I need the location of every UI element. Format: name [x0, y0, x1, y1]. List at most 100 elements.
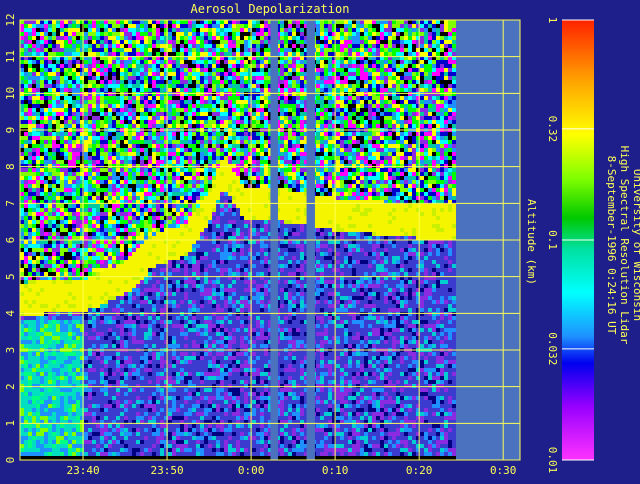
heatmap-cell: [188, 244, 192, 248]
heatmap-cell: [60, 36, 64, 40]
heatmap-cell: [160, 452, 164, 456]
heatmap-cell: [128, 132, 132, 136]
heatmap-cell: [96, 184, 100, 188]
heatmap-cell: [124, 304, 128, 308]
heatmap-cell: [168, 132, 172, 136]
heatmap-cell: [116, 36, 120, 40]
heatmap-cell: [44, 252, 48, 256]
heatmap-cell: [52, 76, 56, 80]
heatmap-cell: [188, 40, 192, 44]
heatmap-cell: [72, 76, 76, 80]
heatmap-cell: [140, 392, 144, 396]
heatmap-cell: [96, 416, 100, 420]
heatmap-cell: [44, 44, 48, 48]
heatmap-cell: [136, 108, 140, 112]
heatmap-cell: [92, 148, 96, 152]
heatmap-cell: [24, 428, 28, 432]
heatmap-cell: [72, 392, 76, 396]
heatmap-cell: [140, 356, 144, 360]
heatmap-cell: [192, 316, 196, 320]
heatmap-cell: [28, 220, 32, 224]
heatmap-cell: [48, 412, 52, 416]
heatmap-cell: [92, 264, 96, 268]
heatmap-cell: [168, 176, 172, 180]
heatmap-cell: [60, 112, 64, 116]
heatmap-cell: [148, 248, 152, 252]
heatmap-cell: [172, 140, 176, 144]
heatmap-cell: [24, 284, 28, 288]
heatmap-cell: [116, 380, 120, 384]
heatmap-cell: [184, 236, 188, 240]
heatmap-cell: [96, 60, 100, 64]
heatmap-cell: [192, 168, 196, 172]
heatmap-cell: [68, 20, 72, 24]
heatmap-cell: [124, 104, 128, 108]
heatmap-cell: [152, 452, 156, 456]
heatmap-cell: [112, 172, 116, 176]
heatmap-cell: [144, 176, 148, 180]
heatmap-cell: [36, 104, 40, 108]
heatmap-cell: [56, 60, 60, 64]
heatmap-cell: [184, 284, 188, 288]
heatmap-cell: [112, 32, 116, 36]
heatmap-cell: [160, 232, 164, 236]
heatmap-cell: [48, 396, 52, 400]
heatmap-cell: [184, 208, 188, 212]
heatmap-cell: [52, 132, 56, 136]
heatmap-cell: [160, 40, 164, 44]
heatmap-cell: [152, 224, 156, 228]
heatmap-cell: [148, 344, 152, 348]
heatmap-cell: [116, 284, 120, 288]
heatmap-cell: [68, 136, 72, 140]
heatmap-cell: [92, 404, 96, 408]
heatmap-cell: [176, 300, 180, 304]
heatmap-cell: [176, 356, 180, 360]
heatmap-cell: [196, 160, 200, 164]
heatmap-cell: [72, 140, 76, 144]
heatmap-cell: [28, 140, 32, 144]
heatmap-cell: [180, 356, 184, 360]
heatmap-cell: [144, 248, 148, 252]
heatmap-cell: [100, 232, 104, 236]
heatmap-cell: [184, 172, 188, 176]
heatmap-cell: [188, 148, 192, 152]
heatmap-cell: [172, 112, 176, 116]
heatmap-cell: [188, 168, 192, 172]
heatmap-cell: [140, 108, 144, 112]
heatmap-cell: [108, 368, 112, 372]
heatmap-cell: [124, 356, 128, 360]
heatmap-cell: [184, 60, 188, 64]
heatmap-cell: [140, 136, 144, 140]
heatmap-cell: [36, 400, 40, 404]
heatmap-cell: [48, 456, 52, 460]
heatmap-cell: [156, 404, 160, 408]
heatmap-cell: [176, 264, 180, 268]
heatmap-cell: [52, 156, 56, 160]
heatmap-cell: [116, 404, 120, 408]
heatmap-cell: [100, 444, 104, 448]
heatmap-cell: [116, 400, 120, 404]
heatmap-cell: [200, 100, 204, 104]
heatmap-cell: [36, 260, 40, 264]
heatmap-cell: [152, 88, 156, 92]
heatmap-cell: [200, 148, 204, 152]
heatmap-cell: [124, 376, 128, 380]
heatmap-cell: [56, 108, 60, 112]
heatmap-cell: [104, 280, 108, 284]
heatmap-cell: [128, 168, 132, 172]
heatmap-cell: [40, 116, 44, 120]
heatmap-cell: [92, 24, 96, 28]
heatmap-cell: [124, 28, 128, 32]
heatmap-cell: [112, 404, 116, 408]
heatmap-cell: [84, 412, 88, 416]
heatmap-cell: [76, 360, 80, 364]
heatmap-cell: [96, 320, 100, 324]
heatmap-cell: [120, 172, 124, 176]
heatmap-cell: [120, 228, 124, 232]
heatmap-cell: [196, 64, 200, 68]
heatmap-cell: [48, 172, 52, 176]
heatmap-cell: [108, 388, 112, 392]
heatmap-cell: [196, 184, 200, 188]
heatmap-cell: [188, 116, 192, 120]
heatmap-cell: [32, 52, 36, 56]
